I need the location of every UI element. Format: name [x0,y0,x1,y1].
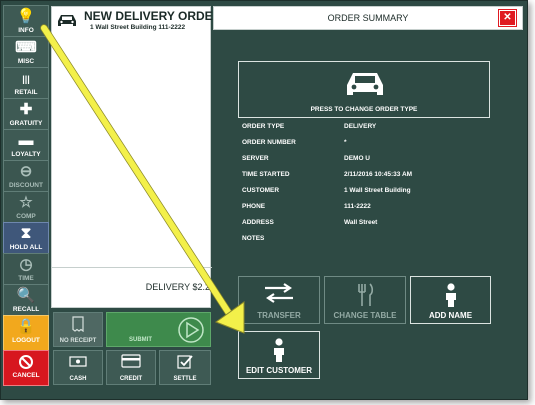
logout-label: LOGOUT [12,337,40,344]
detail-key: ORDER TYPE [242,123,285,130]
detail-row: ORDER TYPE DELIVERY [242,123,492,135]
detail-key: PHONE [242,203,266,210]
submit-button[interactable]: SUBMIT [106,312,211,347]
barcode-icon: ||| [22,74,30,84]
transfer-label: TRANSFER [257,311,301,320]
minus-circle-icon: ⊖ [19,163,33,180]
cancel-button[interactable]: CANCEL [3,350,49,386]
ticket-address: 1 Wall Street Building 111-2222 [90,24,186,31]
person-icon [239,337,319,368]
ticket-total: DELIVERY $2.2 [52,267,212,307]
change-table-label: CHANGE TABLE [333,311,397,320]
no-receipt-label: NO RECEIPT [59,338,97,344]
change-order-type-button[interactable]: PRESS TO CHANGE ORDER TYPE [238,61,490,118]
detail-row: CUSTOMER 1 Wall Street Building [242,187,492,199]
hold-all-label: HOLD ALL [9,244,43,251]
checkbox-icon [160,354,210,373]
ticket-title: NEW DELIVERY ORDER [84,9,222,23]
lightbulb-icon: 💡 [16,8,36,25]
add-name-button[interactable]: ADD NAME [410,276,491,324]
person-icon [411,282,490,313]
detail-key: SERVER [242,155,269,162]
credit-card-icon [107,354,155,371]
change-table-button[interactable]: CHANGE TABLE [324,276,406,324]
detail-key: NOTES [242,235,265,242]
info-label: INFO [18,27,34,34]
ticket-header: NEW DELIVERY ORDER 1 Wall Street Buildin… [52,7,221,37]
panel-title: ORDER SUMMARY [327,13,409,23]
credit-label: CREDIT [119,376,143,382]
settle-label: SETTLE [173,376,197,382]
hourglass-icon: ⧗ [20,225,32,242]
close-button[interactable]: ✕ [498,9,517,27]
detail-value: DELIVERY [344,123,377,130]
detail-row: NOTES [242,235,492,247]
detail-row: PHONE 111-2222 [242,203,492,215]
order-ticket[interactable]: NEW DELIVERY ORDER 1 Wall Street Buildin… [51,6,221,308]
detail-row: SERVER DEMO U [242,155,492,167]
cash-icon [54,354,102,371]
clock-icon: ◷ [19,256,33,273]
retail-label: RETAIL [14,89,38,96]
detail-value: * [344,139,347,146]
plus-icon: ✚ [19,101,33,118]
change-order-type-label: PRESS TO CHANGE ORDER TYPE [310,106,418,113]
detail-key: ORDER NUMBER [242,139,296,146]
car-icon [347,73,383,95]
loyalty-label: LOYALTY [11,151,41,158]
order-summary-panel: ORDER SUMMARY ✕ PRESS TO CHANGE ORDER TY… [213,6,523,394]
transfer-arrows-icon [239,282,319,309]
submit-label: SUBMIT [129,337,152,343]
receipt-icon [54,316,102,335]
detail-value: 1 Wall Street Building [344,187,411,194]
star-icon: ☆ [19,194,33,211]
time-label: TIME [18,275,34,282]
detail-key: TIME STARTED [242,171,290,178]
recall-label: RECALL [12,306,40,313]
edit-customer-button[interactable]: EDIT CUSTOMER [238,331,320,379]
add-name-label: ADD NAME [428,311,473,320]
pos-window: 💡 INFO ⌨ MISC ||| RETAIL ✚ GRATUITY ▬ LO… [0,0,528,400]
detail-row: TIME STARTED 2/11/2016 10:45:33 AM [242,171,492,183]
detail-value: DEMO U [344,155,370,162]
panel-header: ORDER SUMMARY ✕ [213,6,523,30]
detail-key: CUSTOMER [242,187,280,194]
car-icon [58,15,76,26]
cash-label: CASH [69,376,87,382]
no-entry-icon [4,351,48,371]
fork-knife-icon [325,282,405,313]
play-icon [178,317,204,343]
detail-key: ADDRESS [242,219,274,226]
cash-button[interactable]: CASH [53,350,103,385]
delivery-charge: DELIVERY $2.2 [145,282,210,292]
detail-value: Wall Street [344,219,378,226]
cancel-label: CANCEL [12,372,40,379]
detail-row: ORDER NUMBER * [242,139,492,151]
card-icon: ▬ [18,132,34,149]
lock-icon: 🔒 [16,318,36,335]
transfer-button[interactable]: TRANSFER [238,276,320,324]
no-receipt-button[interactable]: NO RECEIPT [53,312,103,347]
search-icon: 🔍 [16,287,36,304]
settle-button[interactable]: SETTLE [159,350,211,385]
credit-button[interactable]: CREDIT [106,350,156,385]
edit-customer-label: EDIT CUSTOMER [245,366,313,375]
misc-label: MISC [17,58,35,65]
detail-row: ADDRESS Wall Street [242,219,492,231]
close-icon: ✕ [503,12,512,23]
discount-label: DISCOUNT [9,182,43,189]
detail-value: 2/11/2016 10:45:33 AM [344,171,413,178]
detail-value: 111-2222 [344,203,371,210]
gratuity-label: GRATUITY [9,120,43,127]
logout-button[interactable]: 🔒 LOGOUT [3,315,49,351]
keyboard-icon: ⌨ [15,39,37,56]
